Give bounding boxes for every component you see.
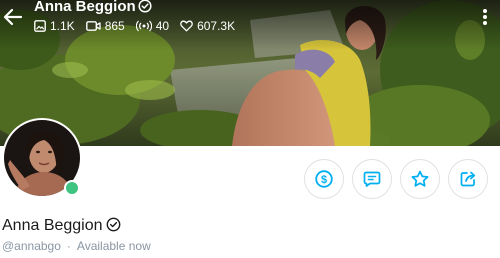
heart-icon (180, 20, 193, 32)
more-vertical-icon (483, 9, 487, 25)
message-button[interactable] (352, 159, 392, 199)
header-stats: 1.1K 865 40 607.3K (34, 18, 246, 34)
username: @annabgo (2, 239, 61, 253)
share-button[interactable] (448, 159, 488, 199)
share-icon (460, 171, 476, 187)
stat-videos-count: 865 (104, 19, 125, 33)
star-icon (411, 170, 429, 187)
header-title-text: Anna Beggion (34, 0, 136, 15)
image-icon (34, 20, 46, 32)
verified-icon (138, 0, 152, 13)
stat-likes-count: 607.3K (197, 19, 236, 33)
verified-icon (106, 217, 120, 232)
profile-subline: @annabgo · Available now (2, 238, 151, 254)
favorite-button[interactable] (400, 159, 440, 199)
dollar-icon: $ (315, 170, 333, 188)
svg-text:$: $ (321, 174, 327, 186)
availability-status: Available now (76, 239, 151, 253)
stat-videos: 865 (85, 18, 125, 34)
arrow-left-icon (3, 8, 23, 26)
stat-photos: 1.1K (34, 18, 75, 34)
stat-streams: 40 (135, 18, 170, 34)
broadcast-icon (135, 20, 152, 32)
separator-dot: · (66, 239, 71, 253)
stat-streams-count: 40 (155, 19, 170, 33)
more-options-button[interactable] (478, 6, 492, 28)
profile-name-text: Anna Beggion (2, 217, 103, 234)
stat-photos-count: 1.1K (50, 19, 75, 33)
header-title: Anna Beggion (34, 0, 152, 16)
online-status-indicator (64, 180, 80, 196)
video-icon (85, 21, 101, 31)
tip-button[interactable]: $ (304, 159, 344, 199)
stat-likes: 607.3K (180, 18, 235, 34)
back-button[interactable] (2, 6, 24, 28)
chat-icon (363, 171, 381, 187)
profile-name: Anna Beggion (2, 216, 121, 236)
